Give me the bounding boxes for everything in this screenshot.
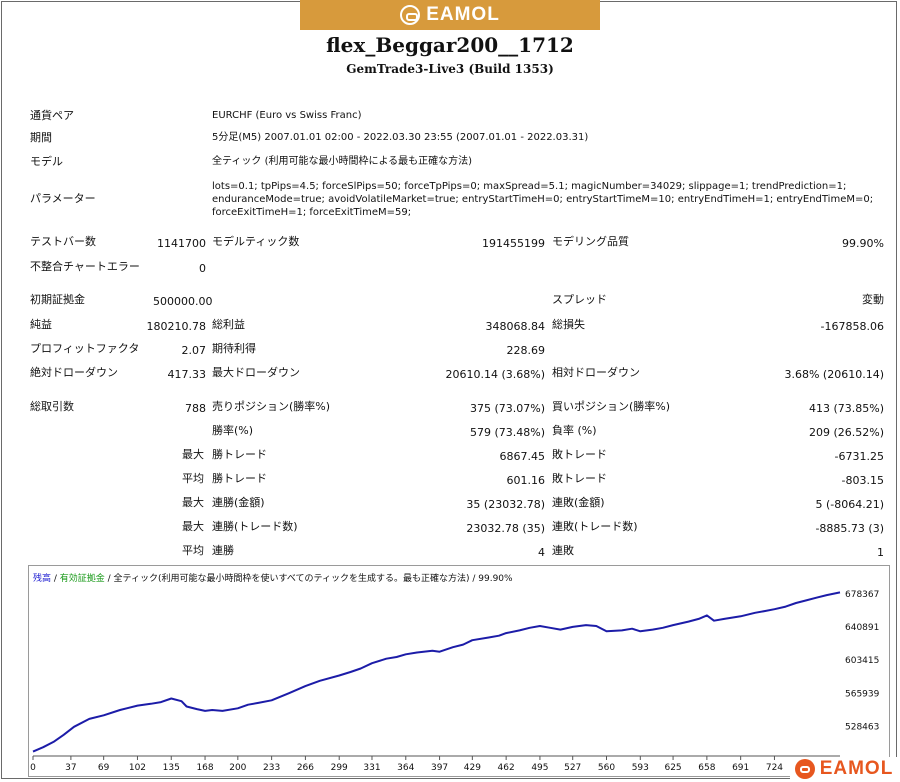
gross-profit-value: 348068.84 <box>485 320 546 333</box>
symbol-value: EURCHF (Euro vs Swiss Franc) <box>212 110 362 121</box>
cons-wins-label: 連勝(金額) <box>212 496 265 509</box>
expected-payoff-label: 期待利得 <box>212 342 256 355</box>
average-label: 平均 <box>182 472 204 485</box>
params-label: パラメーター <box>30 192 96 205</box>
params-value: lots=0.1; tpPips=4.5; forceSlPips=50; fo… <box>212 181 874 218</box>
deposit-label: 初期証拠金 <box>30 293 85 306</box>
short-positions-value: 375 (73.07%) <box>469 402 545 415</box>
watermark-logo: EAMOL <box>790 757 898 781</box>
gross-profit-label: 総利益 <box>212 318 245 331</box>
mismatch-label: 不整合チャートエラー <box>30 260 140 273</box>
largest-loss-label: 敗トレード <box>552 448 607 461</box>
max-drawdown-value: 20610.14 (3.68%) <box>445 368 545 381</box>
quality-label: モデリング品質 <box>552 235 629 248</box>
avg-cons-losses-value: 1 <box>877 546 884 559</box>
largest-label: 最大 <box>182 448 204 461</box>
watermark-logo-text: EAMOL <box>819 758 894 779</box>
rel-drawdown-value: 3.68% (20610.14) <box>784 368 884 381</box>
symbol-label: 通貨ペア <box>30 109 74 122</box>
maximal-label: 最大 <box>182 520 204 533</box>
model-label: モデル <box>30 155 63 168</box>
average2-label: 平均 <box>182 544 204 557</box>
cons-loss-value: -8885.73 (3) <box>815 522 884 535</box>
largest-win-value: 6867.45 <box>499 450 546 463</box>
abs-drawdown-label: 絶対ドローダウン <box>30 366 118 379</box>
loss-rate-value: 209 (26.52%) <box>808 426 884 439</box>
legend-balance: 残高 <box>33 574 52 584</box>
max-drawdown-label: 最大ドローダウン <box>212 366 300 379</box>
brand-logo: EAMOL <box>400 4 500 26</box>
legend-equity: 有効証拠金 <box>59 574 105 584</box>
avg-cons-wins-label: 連勝 <box>212 544 234 557</box>
legend-rest: / 全ティック(利用可能な最小時間枠を使いすべてのティックを生成する。最も正確な… <box>104 574 513 584</box>
brand-logo-icon <box>400 5 421 25</box>
expected-payoff-value: 228.69 <box>506 344 546 357</box>
cons-losses-label: 連敗(金額) <box>552 496 605 509</box>
largest-win-label: 勝トレード <box>212 448 267 461</box>
ticks-label: モデルティック数 <box>212 235 300 248</box>
mismatch-value: 0 <box>199 262 206 275</box>
total-trades-label: 総取引数 <box>30 400 74 413</box>
legend-sep: / <box>51 574 60 584</box>
period-label: 期間 <box>30 131 52 144</box>
long-positions-value: 413 (73.85%) <box>808 402 884 415</box>
brand-logo-text: EAMOL <box>426 4 500 25</box>
total-trades-value: 788 <box>185 402 206 415</box>
net-profit-value: 180210.78 <box>146 320 207 333</box>
period-value: 5分足(M5) 2007.01.01 02:00 - 2022.03.30 23… <box>212 132 589 143</box>
cons-losses-value: 5 (-8064.21) <box>815 498 884 511</box>
rel-drawdown-label: 相対ドローダウン <box>552 366 640 379</box>
bars-label: テストバー数 <box>30 235 96 248</box>
deposit-value: 500000.00 <box>153 295 213 308</box>
net-profit-label: 純益 <box>30 318 52 331</box>
watermark-logo-icon <box>794 759 815 779</box>
win-rate-label: 勝率(%) <box>212 424 254 437</box>
short-positions-label: 売りポジション(勝率%) <box>212 400 331 413</box>
avg-win-label: 勝トレード <box>212 472 267 485</box>
avg-loss-value: -803.15 <box>841 474 884 487</box>
bars-value: 1141700 <box>157 237 206 250</box>
avg-cons-losses-label: 連敗 <box>552 544 574 557</box>
long-positions-label: 買いポジション(勝率%) <box>552 400 671 413</box>
chart-legend: 残高 / 有効証拠金 / 全ティック(利用可能な最小時間枠を使いすべてのティック… <box>33 571 513 584</box>
brand-banner: EAMOL <box>300 0 600 30</box>
cons-wins-value: 35 (23032.78) <box>466 498 545 511</box>
report-subtitle: GemTrade3-Live3 (Build 1353) <box>346 62 554 76</box>
cons-profit-label: 連勝(トレード数) <box>212 520 298 533</box>
loss-rate-label: 負率 (%) <box>552 424 597 437</box>
spread-label: スプレッド <box>552 293 607 306</box>
abs-drawdown-value: 417.33 <box>167 368 207 381</box>
cons-loss-label: 連敗(トレード数) <box>552 520 638 533</box>
profit-factor-value: 2.07 <box>181 344 207 357</box>
model-value: 全ティック (利用可能な最小時間枠による最も正確な方法) <box>212 156 473 167</box>
quality-value: 99.90% <box>842 237 884 250</box>
maximum-label: 最大 <box>182 496 204 509</box>
avg-loss-label: 敗トレード <box>552 472 607 485</box>
gross-loss-value: -167858.06 <box>820 320 884 333</box>
report-title: flex_Beggar200__1712 <box>326 33 574 57</box>
largest-loss-value: -6731.25 <box>834 450 884 463</box>
avg-win-value: 601.16 <box>506 474 546 487</box>
ticks-value: 191455199 <box>482 237 545 250</box>
balance-chart-frame <box>28 565 890 777</box>
avg-cons-wins-value: 4 <box>538 546 545 559</box>
spread-value: 変動 <box>862 293 884 306</box>
win-rate-value: 579 (73.48%) <box>469 426 545 439</box>
gross-loss-label: 総損失 <box>552 318 585 331</box>
profit-factor-label: プロフィットファクタ <box>30 342 140 355</box>
cons-profit-value: 23032.78 (35) <box>466 522 545 535</box>
